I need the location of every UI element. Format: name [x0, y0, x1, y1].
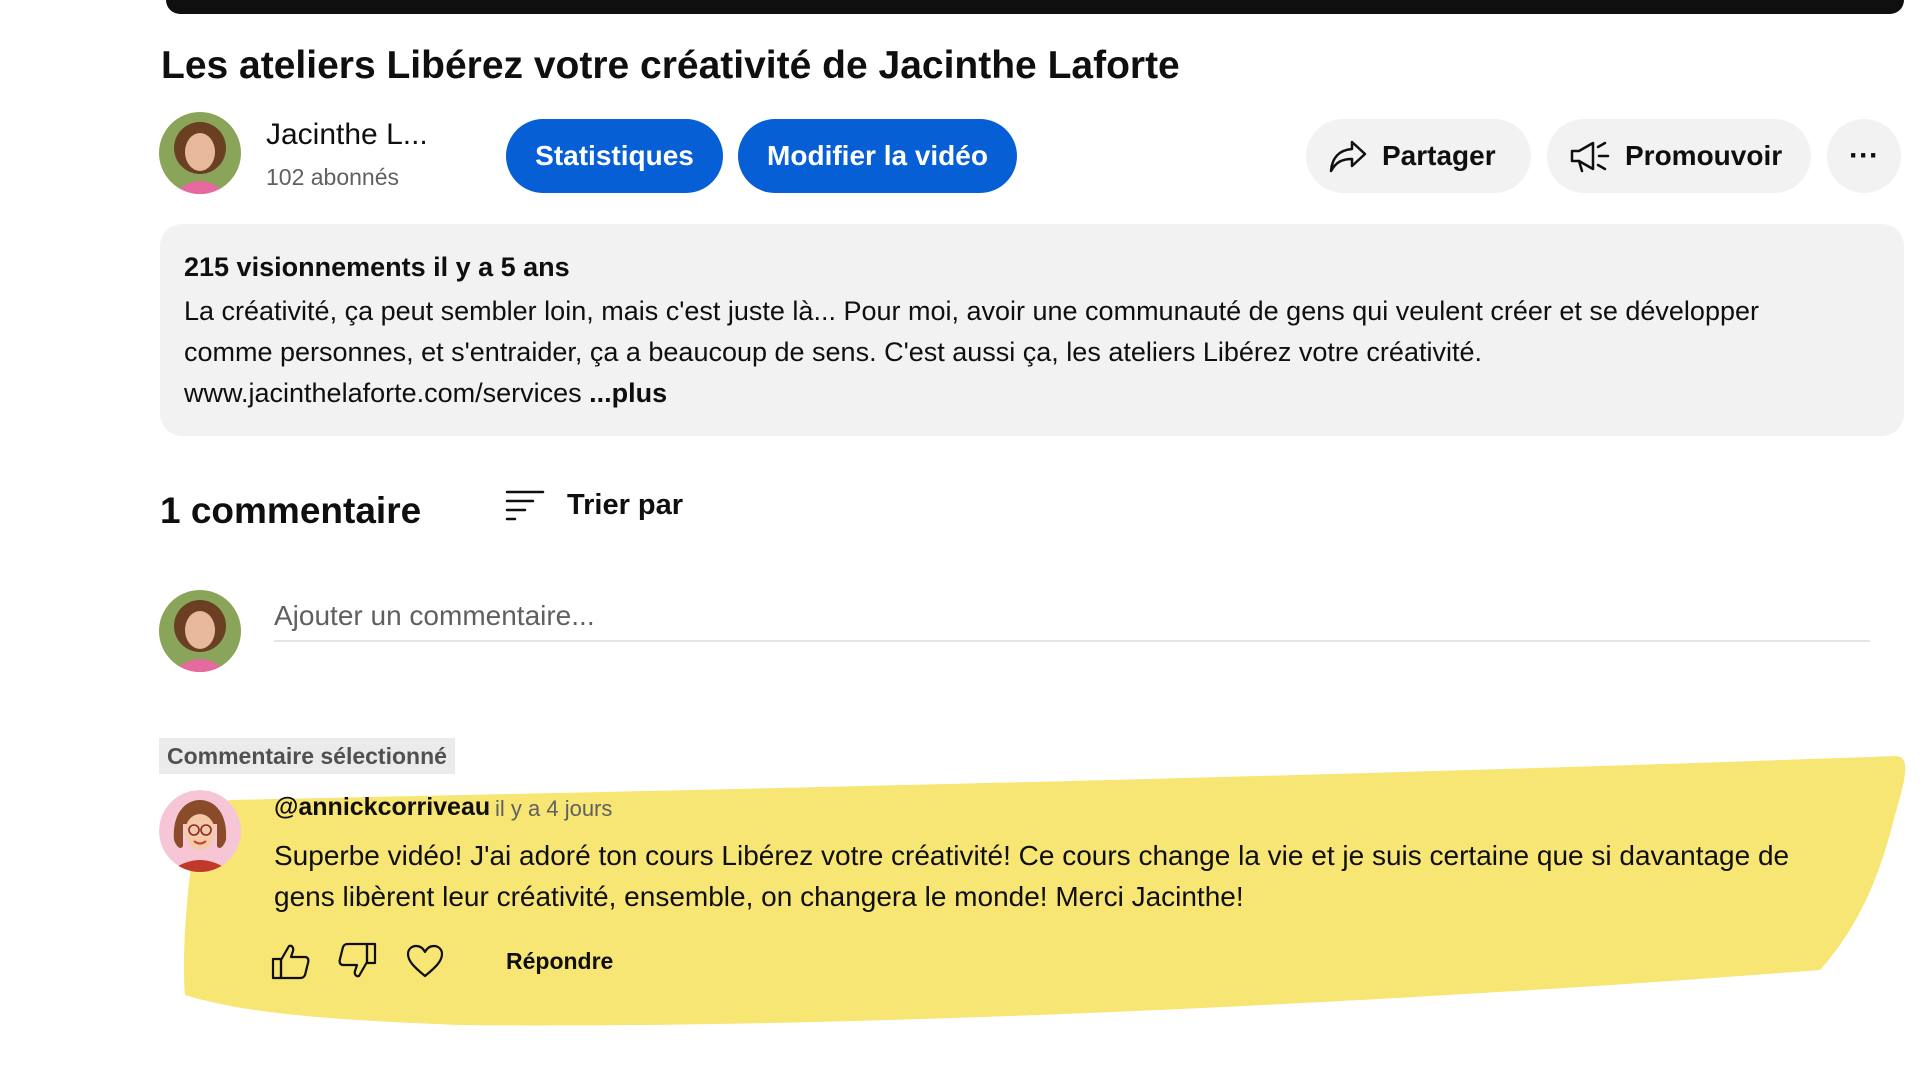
comment-text: Superbe vidéo! J'ai adoré ton cours Libé…	[274, 835, 1834, 917]
description-link[interactable]: www.jacinthelaforte.com/services	[184, 378, 589, 408]
promote-button[interactable]: Promouvoir	[1547, 119, 1811, 193]
comment-actions: Répondre	[270, 940, 613, 982]
selected-comment-badge: Commentaire sélectionné	[159, 738, 455, 774]
share-button[interactable]: Partager	[1306, 119, 1531, 193]
video-player-bottom[interactable]	[166, 0, 1904, 14]
channel-name[interactable]: Jacinthe L...	[266, 118, 428, 152]
statistics-button[interactable]: Statistiques	[506, 119, 723, 193]
sort-label: Trier par	[567, 488, 684, 521]
share-icon	[1329, 140, 1367, 173]
view-count-date: 215 visionnements il y a 5 ans	[184, 252, 570, 282]
description-line: comme personnes, et s'entraider, ça a be…	[184, 337, 1482, 367]
more-actions-button[interactable]: ···	[1827, 119, 1901, 193]
comment-time[interactable]: il y a 4 jours	[495, 796, 612, 822]
reply-button[interactable]: Répondre	[506, 948, 613, 975]
comment-line: Superbe vidéo! J'ai adoré ton cours Libé…	[274, 840, 1790, 871]
like-icon[interactable]	[270, 940, 312, 982]
description-box[interactable]: 215 visionnements il y a 5 ans La créati…	[160, 224, 1904, 436]
promote-icon	[1570, 141, 1610, 173]
video-title: Les ateliers Libérez votre créativité de…	[161, 44, 1180, 87]
description-line: La créativité, ça peut sembler loin, mai…	[184, 296, 1759, 326]
edit-video-button-label: Modifier la vidéo	[767, 140, 988, 171]
edit-video-button[interactable]: Modifier la vidéo	[738, 119, 1017, 193]
statistics-button-label: Statistiques	[535, 140, 694, 171]
dislike-icon[interactable]	[336, 940, 378, 982]
comment-line: gens libèrent leur créativité, ensemble,…	[274, 881, 1244, 912]
heart-icon[interactable]	[404, 940, 446, 982]
add-comment-input[interactable]	[274, 592, 1870, 642]
comment-count: 1 commentaire	[160, 490, 422, 531]
channel-avatar[interactable]	[159, 112, 241, 194]
sort-icon	[505, 490, 545, 521]
share-button-label: Partager	[1382, 140, 1496, 171]
subscriber-count: 102 abonnés	[266, 164, 400, 190]
commenter-avatar[interactable]	[159, 790, 241, 872]
promote-button-label: Promouvoir	[1625, 140, 1783, 171]
more-icon: ···	[1849, 139, 1879, 172]
sort-button[interactable]: Trier par	[505, 488, 683, 522]
current-user-avatar	[159, 590, 241, 672]
show-more-link[interactable]: ...plus	[589, 378, 667, 408]
description-line: www.jacinthelaforte.com/services ...plus	[184, 373, 1880, 414]
comment-author[interactable]: @annickcorriveau	[274, 793, 490, 822]
